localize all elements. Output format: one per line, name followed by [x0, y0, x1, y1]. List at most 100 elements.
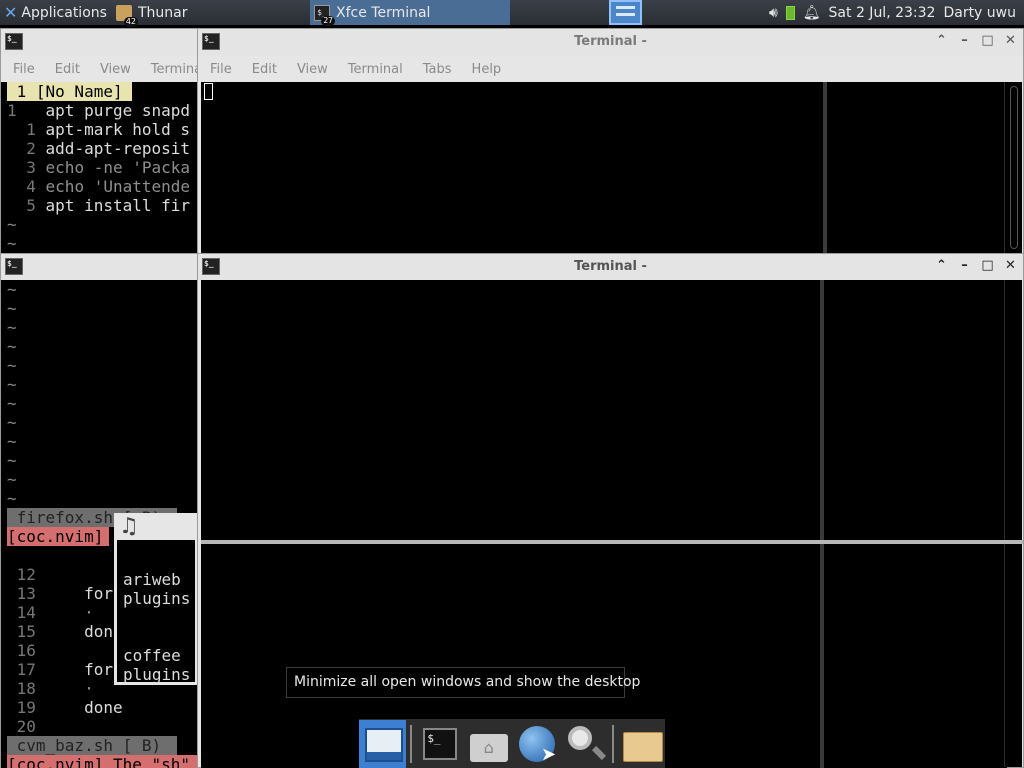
dock-separator: [611, 724, 614, 763]
coc-status: [coc.nvim] The "sh": [7, 755, 197, 768]
line-number: 2: [7, 139, 36, 158]
window-menubar: File Edit View Terminal Tabs Help: [198, 55, 1023, 83]
menu-tabs[interactable]: Tabs: [423, 62, 452, 77]
window-controls: ⌃ – □ ✕: [933, 258, 1019, 273]
volume-icon[interactable]: 🔊︎: [769, 5, 778, 21]
shade-icon[interactable]: ⌃: [933, 258, 950, 273]
maximize-icon[interactable]: □: [979, 33, 996, 48]
taskbar-terminal-label: Xfce Terminal: [336, 4, 431, 21]
show-desktop-tooltip: Minimize all open windows and show the d…: [286, 667, 640, 698]
dock-web-browser-button[interactable]: ➤: [512, 720, 559, 768]
terminal-window-left-bottom[interactable]: $_ ~ ~ ~ ~ ~ ~ ~ ~ ~ ~ ~ ~ firefox.sh [ …: [0, 253, 200, 768]
terminal-scrollbar[interactable]: [1004, 82, 1022, 253]
menu-edit[interactable]: Edit: [252, 62, 277, 77]
maximize-icon[interactable]: □: [979, 258, 996, 273]
home-folder-icon: ⌂: [469, 733, 508, 762]
show-desktop-icon: [365, 727, 403, 762]
menu-terminal[interactable]: Terminal: [348, 62, 403, 77]
pane-divider[interactable]: [820, 280, 824, 540]
music-line: plugins: [123, 589, 191, 608]
web-browser-globe-icon: ➤: [519, 725, 556, 765]
menu-view[interactable]: View: [297, 62, 328, 77]
search-magnifier-icon: [568, 725, 593, 750]
line-number: 16: [7, 641, 36, 660]
thunar-badge: 42: [123, 16, 138, 27]
terminal-content[interactable]: 1 [No Name] 1 apt purge snapd 1 apt-mark…: [1, 82, 199, 254]
window-titlebar[interactable]: $_: [1, 254, 199, 280]
terminal-badge: 27: [321, 15, 335, 26]
empty-line-tilde: ~: [7, 432, 17, 451]
taskbar-thunar-label: Thunar: [138, 4, 188, 21]
scrollbar-thumb[interactable]: [1010, 86, 1018, 249]
menu-view[interactable]: View: [100, 62, 131, 77]
line-number: 4: [7, 177, 36, 196]
terminal-icon: $_: [5, 258, 23, 275]
menu-terminal[interactable]: Termina: [151, 62, 199, 77]
applications-menu[interactable]: ✕ Applications ⋮: [0, 0, 110, 25]
code-line: apt purge snapd: [26, 101, 191, 120]
taskbar-item-xfce-terminal[interactable]: $_ 27 Xfce Terminal: [310, 0, 510, 26]
code-line: done: [35, 622, 123, 641]
code-line: done: [35, 698, 123, 717]
top-panel: ✕ Applications ⋮ 42 Thunar $_27 Xfce Ter…: [0, 0, 1024, 27]
empty-line-tilde: ~: [7, 337, 17, 356]
minimize-icon[interactable]: –: [956, 258, 973, 273]
menu-file[interactable]: File: [13, 62, 35, 77]
pane-divider[interactable]: [823, 82, 827, 254]
menu-help[interactable]: Help: [472, 62, 502, 77]
user-menu[interactable]: Darty uwu: [943, 5, 1016, 21]
minimize-icon[interactable]: –: [956, 33, 973, 48]
empty-line-tilde: ~: [7, 215, 17, 234]
menu-file[interactable]: File: [210, 62, 232, 77]
terminal-pane-upper[interactable]: [201, 280, 1007, 540]
empty-line-tilde: ~: [7, 394, 17, 413]
xfce-logo-icon: ✕: [4, 3, 18, 22]
window-titlebar[interactable]: $_: [1, 29, 199, 55]
dock-terminal-button[interactable]: $_: [415, 720, 462, 768]
empty-line-tilde: ~: [7, 234, 17, 253]
line-number: 1: [7, 101, 27, 120]
pager-line: [616, 13, 635, 16]
line-number: 18: [7, 679, 36, 698]
window-title: Terminal -: [574, 259, 647, 274]
terminal-scrollbar[interactable]: [1004, 280, 1022, 540]
window-titlebar[interactable]: $_ Terminal - ⌃ – □ ✕: [198, 29, 1023, 55]
dock-file-manager-button[interactable]: [617, 720, 664, 768]
music-line: plugins: [123, 665, 191, 684]
music-player-window[interactable]: ♫ ariweb plugins coffee plugins: [114, 513, 198, 685]
terminal-window-top[interactable]: $_ Terminal - ⌃ – □ ✕ File Edit View Ter…: [197, 28, 1024, 254]
shade-icon[interactable]: ⌃: [933, 33, 950, 48]
music-line: ariweb: [123, 570, 181, 589]
terminal-content[interactable]: [201, 82, 1007, 254]
taskbar-item-thunar[interactable]: 42 Thunar: [112, 0, 308, 27]
pager-line: [616, 6, 635, 9]
menu-edit[interactable]: Edit: [55, 62, 80, 77]
close-icon[interactable]: ✕: [1002, 33, 1019, 48]
notification-bell-icon[interactable]: 🔔︎: [803, 5, 821, 21]
dock-search-button[interactable]: [560, 720, 607, 768]
window-titlebar[interactable]: $_ Terminal - ⌃ – □ ✕: [198, 254, 1023, 280]
workspace-switcher[interactable]: [609, 0, 642, 25]
code-line: ·: [35, 603, 94, 622]
vim-statusline: cvm_baz.sh [ B): [7, 736, 177, 755]
terminal-cursor: [204, 83, 213, 100]
battery-icon[interactable]: [785, 5, 795, 20]
music-line: coffee: [123, 646, 181, 665]
empty-line-tilde: ~: [7, 451, 17, 470]
vim-tab[interactable]: 1 [No Name]: [7, 82, 133, 101]
line-number: 15: [7, 622, 36, 641]
pane-divider[interactable]: [820, 544, 824, 768]
dock-show-desktop-button[interactable]: [359, 719, 407, 768]
terminal-icon: $_: [5, 33, 23, 50]
line-number: 12: [7, 565, 36, 584]
close-icon[interactable]: ✕: [1002, 258, 1019, 273]
code-line: echo -ne 'Packa: [35, 158, 191, 177]
terminal-window-left-top[interactable]: $_ File Edit View Termina 1 [No Name] 1 …: [0, 28, 200, 254]
clock[interactable]: Sat 2 Jul, 23:32: [829, 5, 936, 21]
code-line: for: [35, 660, 113, 679]
terminal-scrollbar[interactable]: [1004, 544, 1022, 767]
empty-line-tilde: ~: [7, 280, 17, 299]
dock-home-folder-button[interactable]: ⌂: [464, 720, 511, 768]
window-title: Terminal -: [574, 34, 647, 49]
line-number: 17: [7, 660, 36, 679]
